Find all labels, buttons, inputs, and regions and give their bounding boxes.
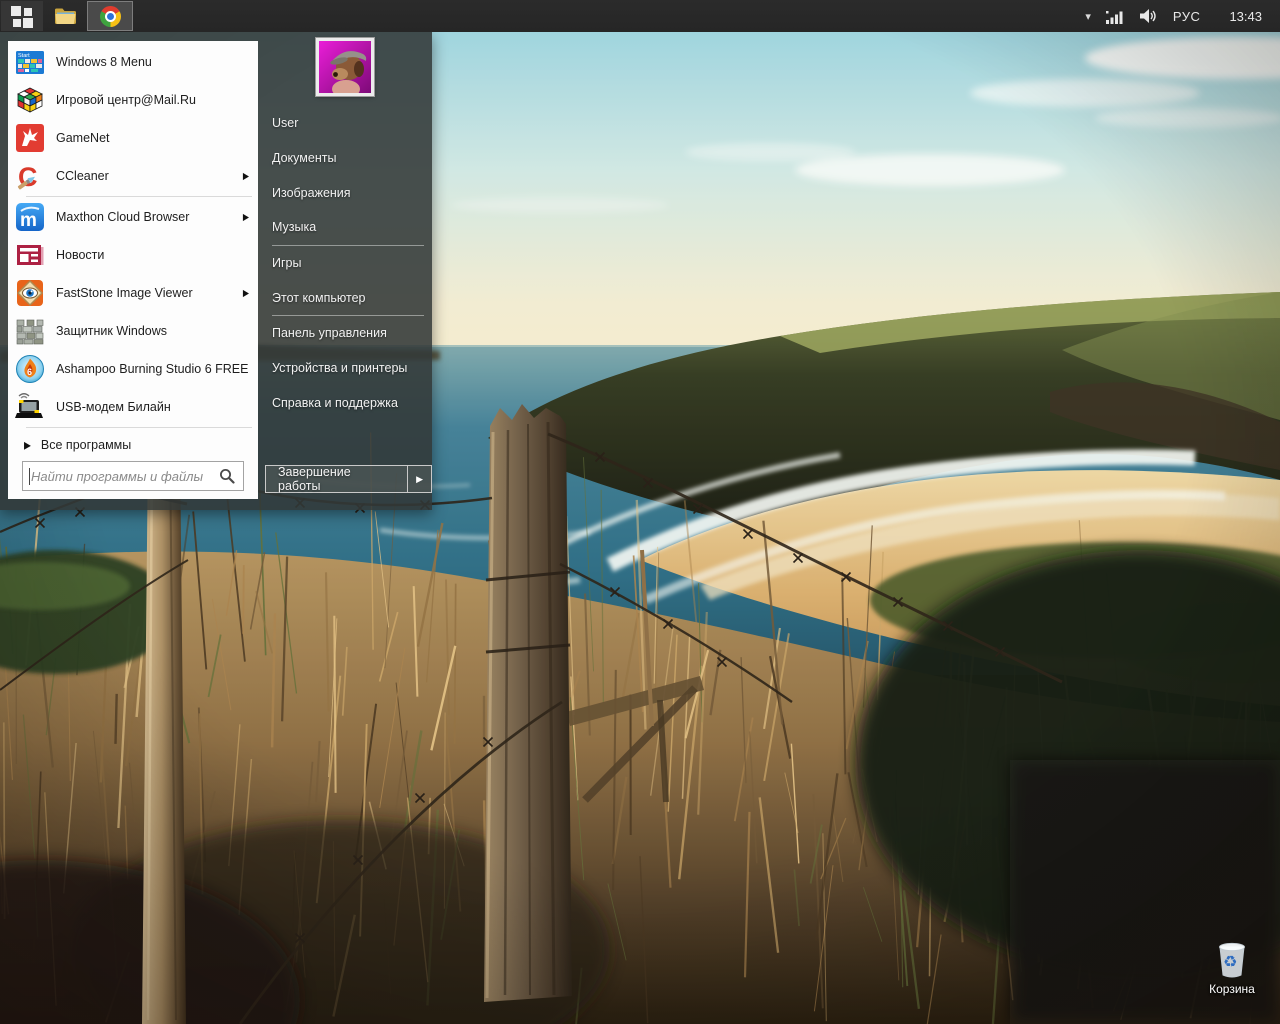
mailru-gamecenter-icon (15, 85, 45, 115)
maxthon-icon: m (15, 202, 45, 232)
menu-item-label: Ashampoo Burning Studio 6 FREE (56, 362, 248, 376)
menu-separator (26, 427, 252, 428)
submenu-arrow-icon: ▶ (243, 171, 249, 182)
all-programs-arrow-icon: ▶ (24, 439, 31, 452)
clock[interactable]: 13:43 (1229, 9, 1262, 24)
menu-link-games[interactable]: Игры (272, 246, 424, 281)
search-icon[interactable] (219, 468, 235, 484)
search-box (22, 461, 244, 491)
menu-item-beeline-modem[interactable]: USB-модем Билайн (8, 388, 258, 426)
menu-item-label: Maxthon Cloud Browser (56, 210, 189, 224)
start-menu-program-list: Start Windows 8 Menu Игровой центр@Mail.… (8, 41, 258, 499)
tray-expand-icon[interactable]: ▾ (1085, 10, 1091, 23)
menu-item-label: CCleaner (56, 169, 109, 183)
taskbar: ▾ РУС 13:43 (0, 0, 1280, 32)
shutdown-button[interactable]: Завершение работы ▶ (265, 465, 432, 493)
start-menu-places: User Документы Изображения Музыка Игры Э… (272, 106, 424, 420)
menu-item-label: Windows 8 Menu (56, 55, 152, 69)
user-avatar[interactable] (316, 38, 374, 96)
start-menu: Start Windows 8 Menu Игровой центр@Mail.… (0, 32, 432, 510)
menu-item-mailru-gamecenter[interactable]: Игровой центр@Mail.Ru (8, 81, 258, 119)
menu-item-label: USB-модем Билайн (56, 400, 171, 414)
chrome-button[interactable] (87, 1, 133, 31)
recycle-bin[interactable]: ♻ Корзина (1200, 938, 1264, 996)
recycle-bin-icon: ♻ (1215, 938, 1249, 980)
gamenet-icon (15, 123, 45, 153)
faststone-icon (15, 278, 45, 308)
menu-link-music[interactable]: Музыка (272, 210, 424, 245)
windows8-menu-icon: Start (15, 47, 45, 77)
chrome-icon (100, 6, 121, 27)
menu-link-this-pc[interactable]: Этот компьютер (272, 280, 424, 315)
all-programs-button[interactable]: ▶ Все программы (8, 432, 258, 458)
menu-item-label: GameNet (56, 131, 110, 145)
language-indicator[interactable]: РУС (1173, 9, 1201, 24)
menu-item-news[interactable]: Новости (8, 236, 258, 274)
taskbar-apps (0, 0, 134, 32)
windows-defender-icon (15, 316, 45, 346)
menu-link-control-panel[interactable]: Панель управления (272, 316, 424, 351)
submenu-arrow-icon: ▶ (243, 212, 249, 223)
menu-separator (26, 196, 252, 197)
svg-text:Start: Start (18, 53, 30, 59)
menu-item-windows-defender[interactable]: Защитник Windows (8, 312, 258, 350)
news-icon (15, 240, 45, 270)
beeline-modem-icon (15, 392, 45, 422)
shutdown-label: Завершение работы (266, 466, 407, 492)
submenu-arrow-icon: ▶ (243, 288, 249, 299)
menu-item-label: Защитник Windows (56, 324, 167, 338)
all-programs-label: Все программы (41, 438, 131, 452)
svg-text:♻: ♻ (1223, 952, 1237, 971)
menu-item-label: Новости (56, 248, 104, 262)
text-caret (29, 468, 30, 485)
start-icon (10, 4, 34, 28)
menu-link-user[interactable]: User (272, 106, 424, 141)
menu-item-faststone[interactable]: FastStone Image Viewer ▶ (8, 274, 258, 312)
avatar-image (319, 41, 371, 93)
menu-link-help-support[interactable]: Справка и поддержка (272, 386, 424, 421)
ashampoo-icon: 6 (15, 354, 45, 384)
menu-item-ashampoo[interactable]: 6 Ashampoo Burning Studio 6 FREE (8, 350, 258, 388)
system-tray: ▾ РУС 13:43 (1085, 0, 1280, 32)
network-icon[interactable] (1106, 9, 1125, 24)
start-button[interactable] (1, 1, 43, 31)
ccleaner-icon: C (15, 161, 45, 191)
menu-item-label: Игровой центр@Mail.Ru (56, 93, 196, 107)
volume-icon[interactable] (1140, 8, 1158, 24)
menu-item-maxthon[interactable]: m Maxthon Cloud Browser ▶ (8, 198, 258, 236)
menu-item-ccleaner[interactable]: C CCleaner ▶ (8, 157, 258, 195)
menu-item-gamenet[interactable]: GameNet (8, 119, 258, 157)
svg-text:6: 6 (27, 367, 32, 377)
folder-icon (53, 6, 77, 26)
menu-item-label: FastStone Image Viewer (56, 286, 193, 300)
svg-text:m: m (20, 210, 37, 231)
menu-link-pictures[interactable]: Изображения (272, 175, 424, 210)
search-input[interactable] (23, 462, 219, 490)
shutdown-submenu-arrow[interactable]: ▶ (407, 466, 431, 492)
menu-link-devices-printers[interactable]: Устройства и принтеры (272, 351, 424, 386)
menu-link-documents[interactable]: Документы (272, 141, 424, 176)
recycle-bin-label: Корзина (1209, 982, 1255, 996)
file-explorer-button[interactable] (45, 1, 85, 31)
menu-item-windows8-menu[interactable]: Start Windows 8 Menu (8, 43, 258, 81)
